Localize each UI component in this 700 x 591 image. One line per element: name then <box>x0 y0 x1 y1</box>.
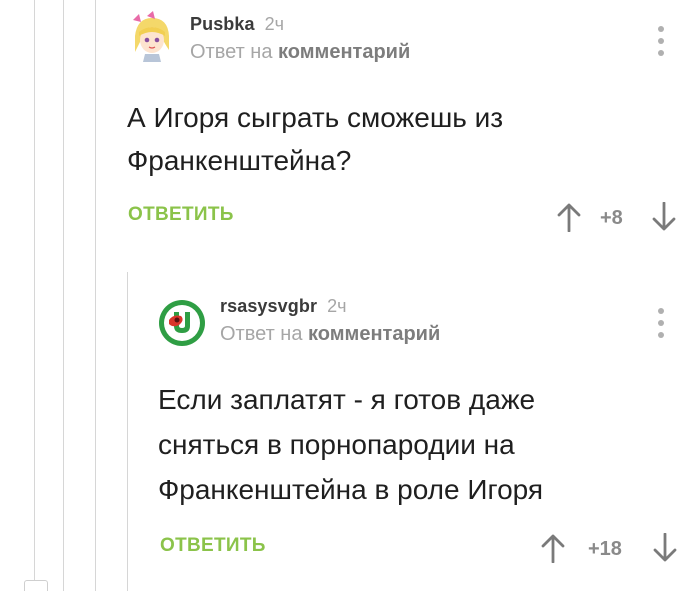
parent-comment-link[interactable]: комментарий <box>278 41 410 63</box>
timestamp: 2ч <box>264 14 285 34</box>
thread-guide-line[interactable] <box>63 0 64 591</box>
comment-body-line: Франкенштейна в роле Игоря <box>158 474 544 505</box>
arrow-up-icon[interactable] <box>556 202 582 232</box>
reply-button[interactable]: ОТВЕТИТЬ <box>128 204 234 226</box>
comment-body-line: Франкенштейна? <box>127 145 352 176</box>
comment-body-line: А Игоря сыграть сможешь из <box>127 102 504 133</box>
comment-meta: Pusbka 2ч Ответ на комментарий <box>190 14 410 64</box>
comment-body: Если заплатят - я готов даже сняться в п… <box>158 377 678 512</box>
kebab-menu-icon[interactable] <box>657 308 665 338</box>
arrow-down-icon[interactable] <box>652 533 678 563</box>
comment-actions: ОТВЕТИТЬ +8 <box>128 202 676 232</box>
comment-actions: ОТВЕТИТЬ +18 <box>160 533 678 563</box>
thread-guide-line[interactable] <box>95 0 96 591</box>
reply-prefix: Ответ на <box>190 41 273 63</box>
avatar[interactable] <box>157 298 207 348</box>
reply-button[interactable]: ОТВЕТИТЬ <box>160 535 266 557</box>
comment-body-line: сняться в порнопародии на <box>158 429 515 460</box>
parent-comment-link[interactable]: комментарий <box>308 323 440 345</box>
arrow-up-icon[interactable] <box>540 533 566 563</box>
rating-score: +8 <box>600 207 623 229</box>
comment-body: А Игоря сыграть сможешь из Франкенштейна… <box>127 96 647 182</box>
utorrent-logo-avatar-icon <box>159 300 205 346</box>
collapse-thread-button[interactable] <box>24 580 48 591</box>
kebab-menu-icon[interactable] <box>657 26 665 56</box>
timestamp: 2ч <box>327 296 347 316</box>
reply-prefix: Ответ на <box>220 323 303 345</box>
comment-meta: rsasysvgbr 2ч Ответ на комментарий <box>220 296 440 346</box>
avatar[interactable] <box>125 10 179 64</box>
comment-body-line: Если заплатят - я готов даже <box>158 384 536 415</box>
thread-guide-line[interactable] <box>34 0 35 591</box>
arrow-down-icon[interactable] <box>651 202 677 232</box>
thread-guide-line[interactable] <box>127 272 128 591</box>
comment-thread: Pusbka 2ч Ответ на комментарий А Игоря сы… <box>0 0 700 591</box>
username[interactable]: Pusbka <box>190 14 255 34</box>
rating-score: +18 <box>588 538 622 560</box>
reply-to-line: Ответ на комментарий <box>220 323 440 346</box>
username[interactable]: rsasysvgbr <box>220 296 317 316</box>
reply-to-line: Ответ на комментарий <box>190 41 410 64</box>
anime-girl-avatar-icon <box>126 11 178 63</box>
